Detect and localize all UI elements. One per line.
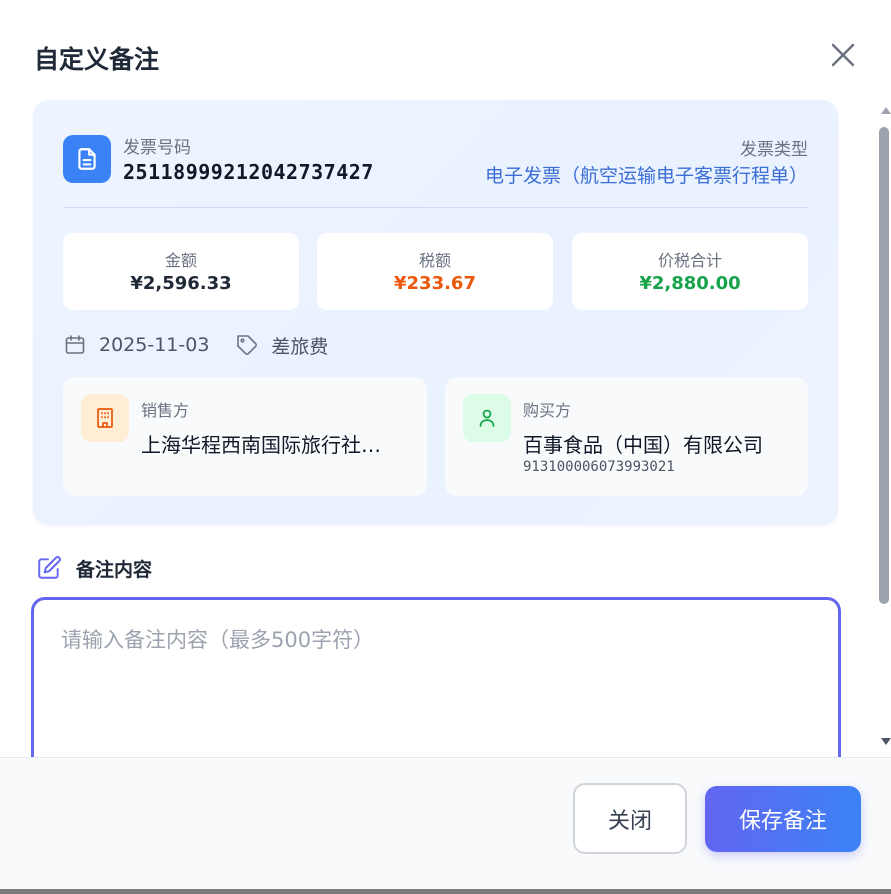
- scroll-down-arrow-icon[interactable]: [881, 738, 891, 745]
- expense-category: 差旅费: [271, 335, 329, 358]
- document-icon: [63, 135, 111, 183]
- tax-label: 税额: [418, 251, 451, 270]
- close-icon[interactable]: [828, 40, 858, 70]
- invoice-number: 25118999212042737427: [123, 160, 374, 184]
- tax-card: 税额 ¥233.67: [317, 233, 553, 310]
- user-icon: [463, 394, 511, 442]
- dialog-body: 发票号码 25118999212042737427 发票类型 电子发票（航空运输…: [0, 95, 891, 757]
- tag-icon: [235, 333, 259, 357]
- scroll-up-arrow-icon[interactable]: [881, 107, 891, 114]
- buyer-tax-id: 913100006073993021: [523, 459, 675, 475]
- amount-value: ¥2,596.33: [130, 273, 232, 294]
- meta-row: 2025-11-03 差旅费: [63, 330, 354, 360]
- remark-header: 备注内容: [36, 553, 152, 583]
- invoice-type: 电子发票（航空运输电子客票行程单）: [484, 165, 808, 187]
- divider: [63, 207, 808, 208]
- total-label: 价税合计: [657, 251, 722, 270]
- seller-name: 上海华程西南国际旅行社有限公司: [141, 433, 399, 457]
- buyer-card: 购买方 百事食品（中国）有限公司 913100006073993021: [445, 377, 808, 496]
- invoice-info-card: 发票号码 25118999212042737427 发票类型 电子发票（航空运输…: [33, 100, 838, 525]
- scrollbar[interactable]: [877, 101, 891, 751]
- dialog-footer: 关闭 保存备注: [0, 757, 891, 889]
- total-card: 价税合计 ¥2,880.00: [572, 233, 808, 310]
- remark-dialog: 自定义备注 发票号码 25118999212042737427 发票类型 电子发…: [0, 0, 891, 889]
- invoice-date: 2025-11-03: [99, 334, 210, 356]
- dialog-title: 自定义备注: [34, 45, 160, 74]
- seller-card: 销售方 上海华程西南国际旅行社有限公司: [63, 377, 427, 496]
- invoice-number-label: 发票号码: [123, 138, 191, 158]
- invoice-type-label: 发票类型: [740, 140, 808, 160]
- buyer-label: 购买方: [523, 401, 572, 420]
- seller-label: 销售方: [141, 401, 190, 420]
- edit-icon: [36, 555, 62, 581]
- close-button[interactable]: 关闭: [573, 783, 687, 854]
- total-value: ¥2,880.00: [639, 273, 741, 294]
- amount-card: 金额 ¥2,596.33: [63, 233, 299, 310]
- amount-label: 金额: [164, 251, 197, 270]
- scrollbar-thumb[interactable]: [879, 127, 889, 604]
- remark-label: 备注内容: [76, 558, 153, 581]
- window-bottom-edge: [0, 889, 891, 894]
- building-icon: [81, 394, 129, 442]
- save-remark-button[interactable]: 保存备注: [705, 786, 861, 852]
- calendar-icon: [63, 333, 87, 357]
- buyer-name: 百事食品（中国）有限公司: [523, 433, 763, 457]
- remark-textarea[interactable]: [31, 597, 841, 757]
- tax-value: ¥233.67: [394, 273, 476, 294]
